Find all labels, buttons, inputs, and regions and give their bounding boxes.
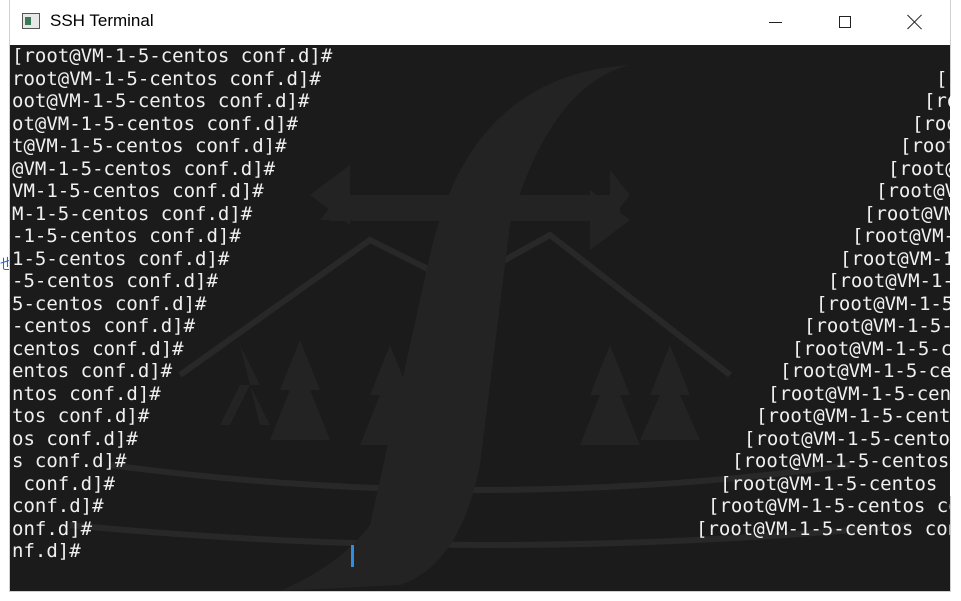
minimize-icon (768, 21, 782, 23)
terminal-line: [root@VM-1-5-centos conf.d]# (864, 202, 950, 225)
terminal-line: [root@VM-1-5-centos conf.d]# (816, 292, 950, 315)
terminal-app-icon (22, 13, 40, 29)
terminal-line: [root@VM-1-5-centos conf.d]# (720, 472, 950, 495)
edge-glyph: 也 (0, 257, 10, 273)
terminal-line: [root@VM-1-5-centos conf.d]# (840, 247, 950, 270)
terminal-line: [root@VM-1-5-centos conf.d]# (888, 157, 950, 180)
terminal-line: [root@VM-1-5-centos conf.d]# (696, 517, 950, 540)
close-icon (907, 14, 923, 30)
terminal-line: [root@VM-1-5-centos conf.d]# (732, 450, 950, 472)
terminal-line: [root@VM-1-5-centos conf.d]# (876, 180, 950, 202)
maximize-button[interactable] (822, 0, 868, 44)
text-cursor (351, 545, 354, 567)
terminal-line: [root@VM-1-5-centos conf.d]# (744, 427, 950, 450)
terminal-output[interactable]: [root@VM-1-5-centos conf.d]# root@VM-1-5… (10, 45, 950, 591)
window-title: SSH Terminal (50, 11, 154, 30)
terminal-line: [root@VM-1-5-centos conf.d]# (792, 337, 950, 360)
terminal-line: [root@VM-1-5-centos conf.d]# (912, 112, 950, 135)
right-column: [root@VM-1-5-centos conf.d]# [root@VM-1-… (10, 45, 950, 591)
terminal-line: [root@VM-1-5-centos conf.d]# (852, 225, 950, 247)
minimize-button[interactable] (752, 0, 798, 44)
terminal-line: [root@VM-1-5-centos conf.d]# (804, 315, 950, 337)
terminal-line: [root@VM-1-5-centos conf.d]# (708, 495, 950, 517)
terminal-line: [root@VM-1-5-centos conf.d]# (828, 270, 950, 292)
terminal-line: [root@VM-1-5-centos conf.d]# (900, 135, 950, 157)
close-button[interactable] (892, 0, 938, 44)
terminal-line: [root@VM-1-5-centos conf.d]# (768, 382, 950, 405)
title-bar[interactable]: SSH Terminal (10, 0, 950, 44)
terminal-line: [root@VM-1-5-centos conf.d]# (924, 90, 950, 112)
window-edge (950, 96, 961, 496)
terminal-line: [root@VM-1-5-centos conf.d]# (756, 405, 950, 427)
ssh-terminal-window: SSH Terminal [root@VM-1-5-centos conf.d]… (10, 0, 950, 591)
terminal-line: [root@VM-1-5-centos conf.d]# (936, 67, 950, 90)
terminal-line: [root@VM-1-5-centos conf.d]# (780, 360, 950, 382)
maximize-icon (839, 16, 851, 28)
